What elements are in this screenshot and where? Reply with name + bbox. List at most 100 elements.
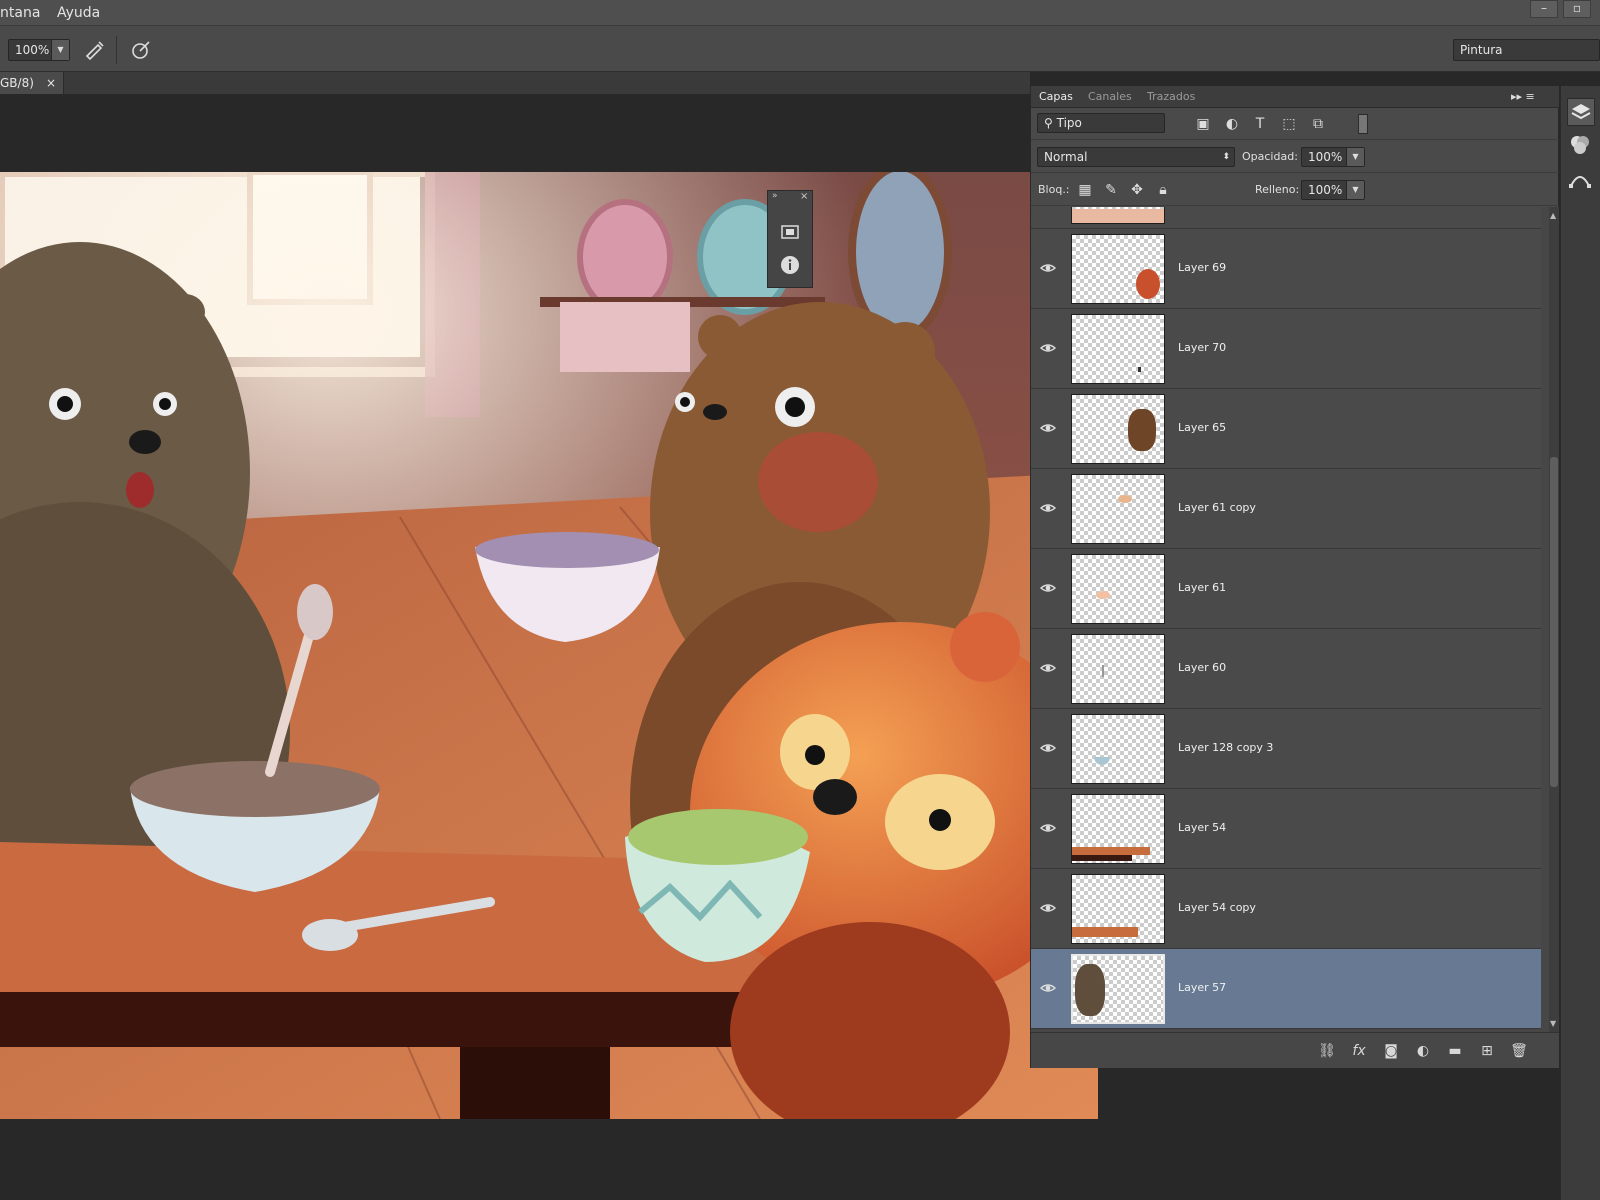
layer-name: Layer 70: [1178, 341, 1227, 354]
new-group-icon[interactable]: ▬: [1445, 1041, 1465, 1061]
workspace-label: Pintura: [1460, 43, 1503, 57]
eye-icon[interactable]: [1039, 899, 1057, 917]
layer-thumbnail: [1071, 314, 1165, 384]
layer-thumbnail: [1071, 954, 1165, 1024]
layer-row[interactable]: Layer 54 copy: [1031, 869, 1541, 949]
chevron-down-icon: ▼: [51, 40, 69, 60]
layer-row[interactable]: Layer 61 copy: [1031, 469, 1541, 549]
options-bar: 100% ▼ Pintura: [0, 26, 1600, 72]
panel-icon-strip: [1560, 86, 1600, 1200]
clone-source-icon[interactable]: [779, 221, 801, 243]
layer-list-scrollbar[interactable]: ▲ ▼: [1549, 207, 1559, 1032]
opacity-label: Opacidad:: [1242, 150, 1298, 163]
airbrush-icon[interactable]: [84, 39, 106, 61]
lock-paint-icon[interactable]: ✎: [1102, 181, 1120, 199]
eye-icon[interactable]: [1039, 819, 1057, 837]
image-filter-icon[interactable]: ▣: [1194, 115, 1212, 133]
smart-object-filter-icon[interactable]: ⧉: [1309, 115, 1327, 133]
channels-panel-icon[interactable]: [1567, 132, 1595, 160]
lock-transparency-icon[interactable]: ▦: [1076, 181, 1094, 199]
menu-item-ventana[interactable]: ntana: [0, 5, 40, 21]
lock-all-icon[interactable]: 🔒︎: [1154, 181, 1172, 199]
lock-row: Bloq.: ▦ ✎ ✥ 🔒︎ Relleno: 100% ▼: [1031, 174, 1559, 206]
layer-name: Layer 57: [1178, 981, 1227, 994]
chevron-down-icon[interactable]: ▼: [1346, 181, 1364, 199]
layer-row[interactable]: Layer 70: [1031, 309, 1541, 389]
layer-thumbnail: [1071, 714, 1165, 784]
link-layers-icon[interactable]: ⛓: [1317, 1041, 1337, 1061]
eye-icon[interactable]: [1039, 659, 1057, 677]
tab-trazados[interactable]: Trazados: [1147, 90, 1195, 103]
blend-mode-value: Normal: [1044, 150, 1088, 164]
shape-filter-icon[interactable]: ⬚: [1280, 115, 1298, 133]
minimize-button[interactable]: –: [1530, 0, 1558, 18]
tab-canales[interactable]: Canales: [1088, 90, 1132, 103]
eye-icon[interactable]: [1039, 419, 1057, 437]
layer-row[interactable]: Layer 65: [1031, 389, 1541, 469]
layer-thumbnail: [1071, 794, 1165, 864]
eye-icon[interactable]: [1039, 579, 1057, 597]
layer-row[interactable]: Layer 69: [1031, 229, 1541, 309]
add-mask-icon[interactable]: ◙: [1381, 1041, 1401, 1061]
layer-row[interactable]: [1031, 207, 1541, 229]
layer-row[interactable]: Layer 60: [1031, 629, 1541, 709]
layer-list: Layer 69 Layer 70 Layer 65 Layer 61 copy…: [1031, 207, 1549, 1032]
info-icon[interactable]: [779, 254, 801, 276]
fill-value: 100%: [1308, 183, 1343, 197]
search-icon: ⚲: [1044, 116, 1057, 130]
layers-panel-icon[interactable]: [1567, 98, 1595, 126]
document-tab[interactable]: GB/8) ×: [0, 72, 64, 94]
layer-name: Layer 54 copy: [1178, 901, 1256, 914]
filter-kind-select[interactable]: ⚲ Tipo: [1037, 113, 1165, 133]
blend-mode-select[interactable]: Normal ⬍: [1037, 147, 1235, 167]
menu-item-ayuda[interactable]: Ayuda: [57, 5, 100, 21]
layer-thumbnail: [1071, 234, 1165, 304]
layer-thumbnail: [1071, 207, 1165, 224]
brush-zoom-combo[interactable]: 100% ▼: [8, 39, 70, 61]
workspace-select[interactable]: Pintura: [1453, 39, 1600, 61]
layer-thumbnail: [1071, 394, 1165, 464]
scroll-up-icon[interactable]: ▲: [1550, 211, 1556, 220]
pressure-size-icon[interactable]: [130, 39, 152, 61]
document-canvas[interactable]: [0, 172, 1098, 1119]
adjustment-layer-icon[interactable]: ◐: [1413, 1041, 1433, 1061]
opacity-value: 100%: [1308, 150, 1343, 164]
eye-icon[interactable]: [1039, 259, 1057, 277]
chevron-down-icon[interactable]: ▼: [1346, 148, 1364, 166]
lock-position-icon[interactable]: ✥: [1128, 181, 1146, 199]
type-filter-icon[interactable]: T: [1251, 115, 1269, 133]
adjustment-filter-icon[interactable]: ◐: [1223, 115, 1241, 133]
eye-icon[interactable]: [1039, 499, 1057, 517]
paths-panel-icon[interactable]: [1567, 166, 1595, 194]
layer-row-selected[interactable]: Layer 57: [1031, 949, 1541, 1029]
layer-name: Layer 61 copy: [1178, 501, 1256, 514]
scrollbar-thumb[interactable]: [1550, 457, 1558, 787]
layer-name: Layer 69: [1178, 261, 1227, 274]
layer-row[interactable]: Layer 128 copy 3: [1031, 709, 1541, 789]
eye-icon[interactable]: [1039, 739, 1057, 757]
layer-thumbnail: [1071, 874, 1165, 944]
fx-icon[interactable]: fx: [1349, 1041, 1369, 1061]
expand-icon[interactable]: »: [772, 191, 778, 201]
layers-panel-footer: ⛓ fx ◙ ◐ ▬ ⊞ 🗑︎: [1031, 1032, 1559, 1068]
new-layer-icon[interactable]: ⊞: [1477, 1041, 1497, 1061]
close-icon[interactable]: ×: [800, 191, 808, 202]
trash-icon[interactable]: 🗑︎: [1509, 1041, 1529, 1061]
eye-icon[interactable]: [1039, 339, 1057, 357]
fill-field[interactable]: 100% ▼: [1301, 180, 1365, 200]
filter-kind-value: Tipo: [1056, 116, 1082, 130]
fill-label: Relleno:: [1255, 183, 1300, 196]
tab-capas[interactable]: Capas: [1039, 90, 1073, 103]
layer-thumbnail: [1071, 554, 1165, 624]
restore-button[interactable]: ▫: [1563, 0, 1591, 18]
layer-row[interactable]: Layer 61: [1031, 549, 1541, 629]
filter-toggle-switch[interactable]: [1358, 114, 1368, 134]
close-icon[interactable]: ×: [46, 72, 56, 94]
layer-filter-row: ⚲ Tipo ▣ ◐ T ⬚ ⧉: [1031, 108, 1559, 140]
scroll-down-icon[interactable]: ▼: [1550, 1019, 1556, 1028]
layer-row[interactable]: Layer 54: [1031, 789, 1541, 869]
opacity-field[interactable]: 100% ▼: [1301, 147, 1365, 167]
layers-panel: Capas Canales Trazados ▸▸ ≡ ⚲ Tipo ▣ ◐ T…: [1030, 86, 1559, 1068]
panel-menu-icon[interactable]: ▸▸ ≡: [1511, 90, 1535, 103]
eye-icon[interactable]: [1039, 979, 1057, 997]
